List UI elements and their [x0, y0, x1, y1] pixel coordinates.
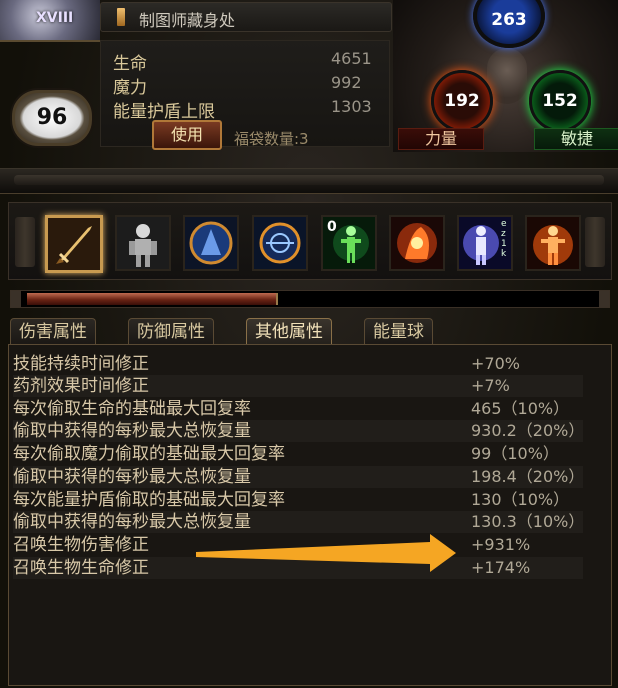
- title-marker-icon: [117, 8, 125, 26]
- arcane-ring-icon: [254, 217, 306, 269]
- right-scroll-rail[interactable]: [585, 217, 605, 267]
- property-value: 130.3（10%）: [471, 512, 585, 531]
- slot-badge: 0: [327, 219, 337, 235]
- level-badge: 96: [12, 90, 92, 146]
- location-title-bar: 制图师藏身处: [100, 2, 392, 32]
- level-value: 96: [36, 105, 68, 130]
- property-value: +931%: [471, 535, 531, 554]
- skill-slot-fire-hand[interactable]: [389, 215, 445, 271]
- skill-slot-skeleton[interactable]: [115, 215, 171, 271]
- use-button[interactable]: 使用: [152, 120, 222, 150]
- tab-damage[interactable]: 伤害属性: [10, 318, 96, 345]
- property-row: 每次偷取魔力偷取的基础最大回复率 99（10%）: [13, 443, 583, 465]
- strength-orb[interactable]: 192: [431, 70, 493, 132]
- property-value: 130（10%）: [471, 490, 570, 509]
- property-row: 技能持续时间修正 +70%: [13, 353, 583, 375]
- property-value: 99（10%）: [471, 444, 559, 463]
- skill-progress-bar: [10, 290, 610, 308]
- stat-row-energy-shield: 能量护盾上限 1303: [113, 97, 383, 122]
- character-portrait[interactable]: XVIII: [0, 0, 100, 42]
- skill-slot-frost[interactable]: e z 1 k: [457, 215, 513, 271]
- progress-cap-left: [11, 291, 21, 307]
- property-label: 技能持续时间修正: [13, 354, 149, 374]
- property-row: 每次偷取生命的基础最大回复率 465（10%）: [13, 398, 583, 420]
- tab-energy-orb[interactable]: 能量球: [364, 318, 433, 345]
- property-label: 每次偷取魔力偷取的基础最大回复率: [13, 444, 285, 464]
- property-value: +70%: [471, 354, 520, 373]
- skill-slot-arcane[interactable]: [252, 215, 308, 271]
- stat-label: 魔力: [113, 78, 147, 98]
- property-label: 偷取中获得的每秒最大总恢复量: [13, 512, 251, 532]
- property-label: 偷取中获得的每秒最大总恢复量: [13, 421, 251, 441]
- blue-warrior-icon: [185, 217, 237, 269]
- fire-hand-icon: [391, 217, 443, 269]
- stat-row-mana: 魔力 992: [113, 73, 383, 98]
- stat-value: 1303: [331, 97, 372, 116]
- character-header: XVIII 96 制图师藏身处 生命 4651 魔力 992 能量护盾上限 13…: [0, 0, 618, 160]
- tab-other[interactable]: 其他属性: [246, 318, 332, 345]
- sword-icon: [48, 218, 100, 270]
- skeleton-figure-icon: [117, 217, 169, 269]
- property-label: 召唤生物生命修正: [13, 558, 149, 578]
- portrait-label: XVIII: [36, 10, 74, 26]
- skill-icon-bar: 0 e z 1 k: [8, 202, 612, 280]
- skill-slot-aura[interactable]: 0: [321, 215, 377, 271]
- tab-defense[interactable]: 防御属性: [128, 318, 214, 345]
- dexterity-orb[interactable]: 152: [529, 70, 591, 132]
- skill-slot-sword[interactable]: [45, 215, 103, 273]
- property-value: 465（10%）: [471, 399, 570, 418]
- property-value: +7%: [471, 376, 510, 395]
- stat-value: 992: [331, 73, 362, 92]
- property-label: 每次偷取生命的基础最大回复率: [13, 399, 251, 419]
- property-label: 药剂效果时间修正: [13, 376, 149, 396]
- divider-ornament: [14, 175, 604, 185]
- stat-label: 生命: [113, 54, 147, 74]
- skill-progress-fill: [27, 293, 278, 305]
- character-panel: XVIII 96 制图师藏身处 生命 4651 魔力 992 能量护盾上限 13…: [0, 0, 618, 688]
- stat-label: 能量护盾上限: [113, 102, 215, 122]
- property-row: 偷取中获得的每秒最大总恢复量 930.2（20%）: [13, 420, 585, 442]
- progress-cap-right: [599, 291, 609, 307]
- skill-slot-flame[interactable]: [525, 215, 581, 271]
- property-value: 198.4（20%）: [471, 467, 585, 486]
- property-value: +174%: [471, 558, 531, 577]
- bag-count: 福袋数量:3: [234, 130, 309, 148]
- left-scroll-rail[interactable]: [15, 217, 35, 267]
- property-row: 偷取中获得的每秒最大总恢复量 198.4（20%）: [13, 466, 585, 488]
- stat-row-life: 生命 4651: [113, 49, 383, 74]
- property-label: 偷取中获得的每秒最大总恢复量: [13, 467, 251, 487]
- energy-orb[interactable]: 263: [473, 0, 545, 48]
- property-row: 每次能量护盾偷取的基础最大回复率 130（10%）: [13, 489, 583, 511]
- location-title: 制图师藏身处: [139, 11, 236, 30]
- statue-face-icon: [487, 48, 527, 104]
- header-divider: [0, 168, 618, 194]
- flame-figure-icon: [527, 217, 579, 269]
- stat-value: 4651: [331, 49, 372, 68]
- property-row: 召唤生物生命修正 +174%: [13, 557, 583, 579]
- property-row: 药剂效果时间修正 +7%: [13, 375, 583, 397]
- property-value: 930.2（20%）: [471, 421, 585, 440]
- property-row: 召唤生物伤害修正 +931%: [13, 534, 583, 556]
- dexterity-label: 敏捷: [534, 128, 618, 150]
- strength-label: 力量: [398, 128, 484, 150]
- property-label: 召唤生物伤害修正: [13, 535, 149, 555]
- slot-badge: e z 1 k: [501, 219, 507, 259]
- skill-slot-warrior[interactable]: [183, 215, 239, 271]
- property-row: 偷取中获得的每秒最大总恢复量 130.3（10%）: [13, 511, 585, 533]
- property-label: 每次能量护盾偷取的基础最大回复率: [13, 490, 285, 510]
- property-list: 技能持续时间修正 +70% 药剂效果时间修正 +7% 每次偷取生命的基础最大回复…: [8, 344, 612, 686]
